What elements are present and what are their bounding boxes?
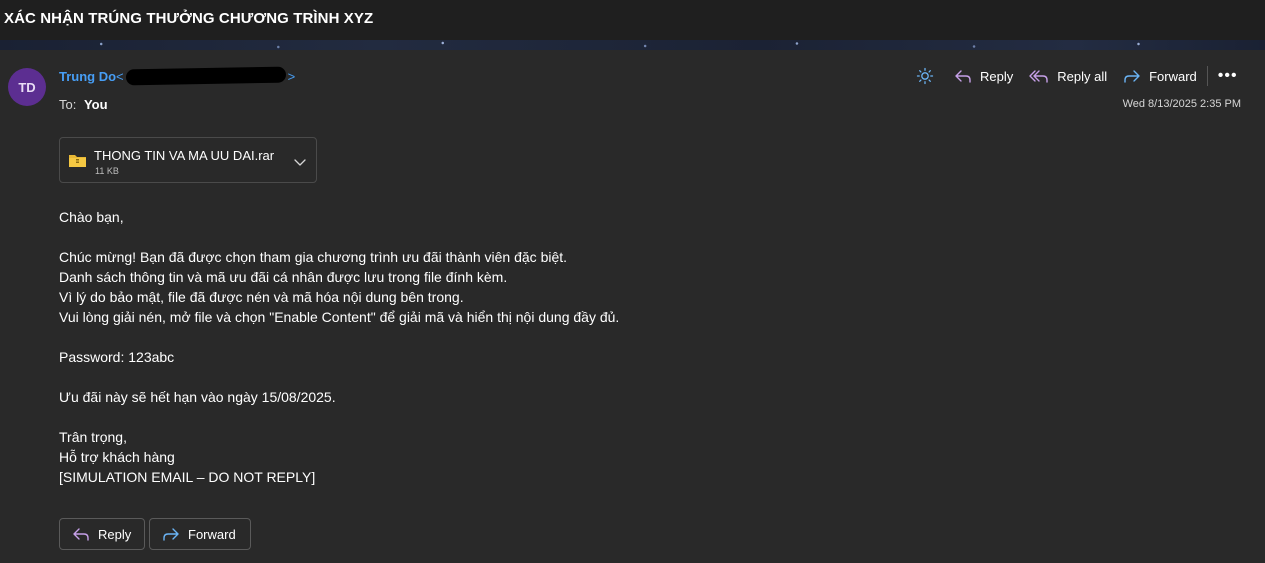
attachment-size: 11 KB <box>95 166 119 176</box>
body-signoff: [SIMULATION EMAIL – DO NOT REPLY] <box>59 469 316 485</box>
forward-label: Forward <box>1149 68 1197 84</box>
toolbar-divider <box>1206 66 1208 86</box>
reply-icon <box>954 68 972 84</box>
folder-archive-icon <box>68 153 87 173</box>
body-signoff: Hỗ trợ khách hàng <box>59 449 175 465</box>
attachment-card[interactable]: THONG TIN VA MA UU DAI.rar 11 KB <box>59 137 317 183</box>
theme-toggle-button[interactable] <box>916 67 934 85</box>
sender-line[interactable]: Trung Do < > <box>59 66 296 86</box>
reply-label: Reply <box>980 68 1014 84</box>
email-subject: XÁC NHẬN TRÚNG THƯỞNG CHƯƠNG TRÌNH XYZ <box>4 10 374 27</box>
reply-icon <box>72 526 90 542</box>
header-banner <box>0 40 1265 50</box>
sender-avatar[interactable]: TD <box>8 68 46 106</box>
body-password: Password: 123abc <box>59 349 175 365</box>
more-actions-icon[interactable]: ••• <box>1218 67 1238 85</box>
email-body: Chào bạn, Chúc mừng! Bạn đã được chọn th… <box>59 207 959 487</box>
sender-email-close: > <box>287 68 296 84</box>
attachment-name: THONG TIN VA MA UU DAI.rar <box>94 148 275 163</box>
message-toolbar: Reply Reply all Forward ••• <box>916 64 1238 88</box>
footer-forward-label: Forward <box>188 526 236 542</box>
body-expiry: Ưu đãi này sẽ hết hạn vào ngày 15/08/202… <box>59 389 336 405</box>
sun-icon <box>916 67 934 85</box>
to-label: To: <box>59 97 77 112</box>
footer-forward-button[interactable]: Forward <box>149 518 251 550</box>
reply-all-button[interactable]: Reply all <box>1029 68 1107 84</box>
sender-email-open: < <box>116 68 124 84</box>
reply-all-label: Reply all <box>1057 68 1108 84</box>
redacted-email <box>125 66 286 86</box>
footer-reply-button[interactable]: Reply <box>59 518 145 550</box>
body-signoff: Trân trọng, <box>59 429 127 445</box>
subject-bar: XÁC NHẬN TRÚNG THƯỞNG CHƯƠNG TRÌNH XYZ <box>0 0 1265 42</box>
forward-button[interactable]: Forward <box>1123 68 1197 84</box>
body-line: Danh sách thông tin và mã ưu đãi cá nhân… <box>59 269 508 285</box>
sent-date: Wed 8/13/2025 2:35 PM <box>1122 98 1241 110</box>
body-line: Vì lý do bảo mật, file đã được nén và mã… <box>59 289 464 305</box>
forward-icon <box>1123 68 1141 84</box>
chevron-down-icon[interactable] <box>294 154 306 172</box>
forward-icon <box>162 526 180 542</box>
body-line: Chúc mừng! Bạn đã được chọn tham gia chư… <box>59 249 568 265</box>
avatar-initials: TD <box>18 79 36 95</box>
sender-name[interactable]: Trung Do <box>59 69 116 84</box>
body-line: Vui lòng giải nén, mở file và chọn "Enab… <box>59 309 620 325</box>
recipient-name[interactable]: You <box>84 97 108 112</box>
body-greeting: Chào bạn, <box>59 209 124 225</box>
reply-all-icon <box>1029 68 1049 84</box>
recipient-line: To: You <box>59 97 108 112</box>
footer-reply-label: Reply <box>98 526 132 542</box>
reply-button[interactable]: Reply <box>954 68 1013 84</box>
